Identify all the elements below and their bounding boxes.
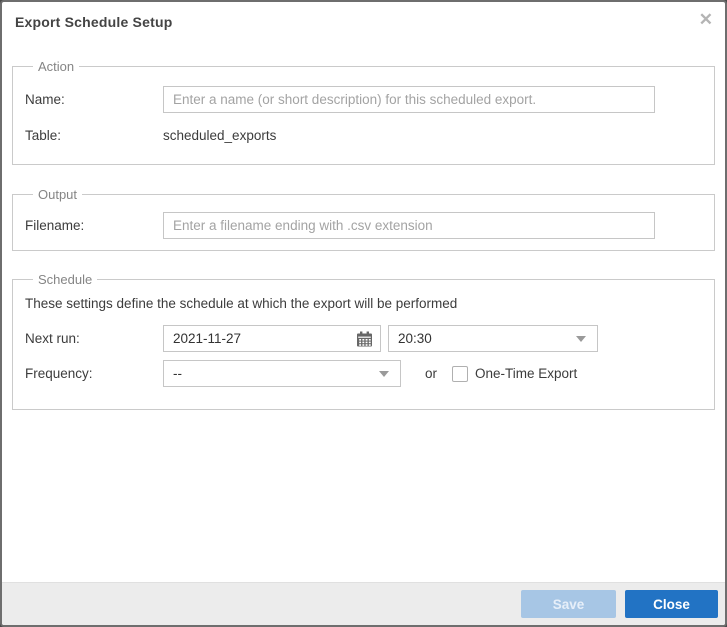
dialog-footer: Save Close <box>2 582 725 625</box>
next-run-date-field[interactable] <box>163 325 381 352</box>
export-schedule-dialog: Export Schedule Setup ✕ Action Name: Tab… <box>0 0 727 627</box>
one-time-export-checkbox[interactable] <box>452 365 469 382</box>
filename-label: Filename: <box>25 218 85 233</box>
chevron-down-icon <box>576 335 586 342</box>
filename-input[interactable] <box>163 212 655 239</box>
calendar-icon[interactable] <box>356 331 373 347</box>
action-legend: Action <box>38 59 75 74</box>
dialog-title: Export Schedule Setup <box>15 14 173 30</box>
chevron-down-icon <box>379 370 389 377</box>
dialog-title-bar: Export Schedule Setup <box>2 2 725 32</box>
table-label: Table: <box>25 128 62 143</box>
frequency-select[interactable]: -- <box>163 360 401 387</box>
table-row: Table: scheduled_exports <box>25 128 702 143</box>
name-label: Name: <box>25 92 65 107</box>
name-row: Name: <box>25 86 702 113</box>
output-section: Output Filename: <box>12 187 715 251</box>
output-legend: Output <box>38 187 78 202</box>
next-run-row: Next run: 2021-11-27 20:30 <box>25 325 702 352</box>
name-input[interactable] <box>163 86 655 113</box>
frequency-label: Frequency: <box>25 366 93 381</box>
save-button[interactable]: Save <box>521 590 616 618</box>
schedule-legend: Schedule <box>38 272 93 287</box>
close-icon[interactable]: ✕ <box>699 10 713 30</box>
filename-row: Filename: <box>25 212 702 239</box>
schedule-description: These settings define the schedule at wh… <box>25 296 458 311</box>
next-run-label: Next run: <box>25 331 80 346</box>
schedule-section: Schedule These settings define the sched… <box>12 272 715 410</box>
next-run-time-select[interactable]: 20:30 <box>388 325 598 352</box>
next-run-time-value: 20:30 <box>398 331 432 346</box>
action-section: Action Name: Table: scheduled_exports <box>12 59 715 165</box>
or-label: or <box>425 366 438 381</box>
close-button[interactable]: Close <box>625 590 718 618</box>
frequency-value: -- <box>173 366 182 381</box>
one-time-export-label[interactable]: One-Time Export <box>475 366 577 381</box>
frequency-row: Frequency: -- or One-Time Export <box>25 360 702 387</box>
next-run-date-input[interactable] <box>164 327 324 350</box>
table-value: scheduled_exports <box>163 128 277 143</box>
